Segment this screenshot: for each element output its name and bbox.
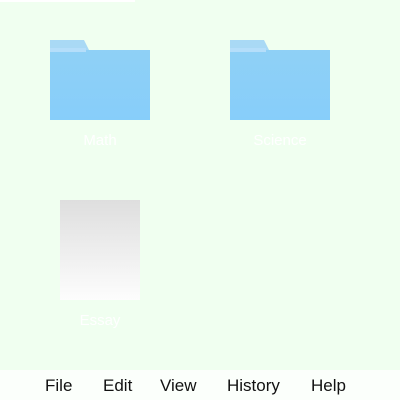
menubar: File Edit View History Help xyxy=(0,370,400,400)
menu-help[interactable]: Help xyxy=(311,376,346,396)
folder-math[interactable]: Math xyxy=(50,40,150,150)
folder-science[interactable]: Science xyxy=(230,40,330,150)
desktop: Math Science Essay xyxy=(0,0,400,370)
document-essay[interactable]: Essay xyxy=(50,200,150,330)
folder-label: Science xyxy=(253,132,307,149)
folder-label: Math xyxy=(83,132,117,149)
menu-file[interactable]: File xyxy=(45,376,72,396)
folder-icon xyxy=(50,40,150,120)
folder-icon xyxy=(230,40,330,120)
menu-view[interactable]: View xyxy=(160,376,197,396)
menu-edit[interactable]: Edit xyxy=(103,376,132,396)
document-icon xyxy=(60,200,140,300)
menu-history[interactable]: History xyxy=(227,376,280,396)
document-label: Essay xyxy=(79,312,121,329)
